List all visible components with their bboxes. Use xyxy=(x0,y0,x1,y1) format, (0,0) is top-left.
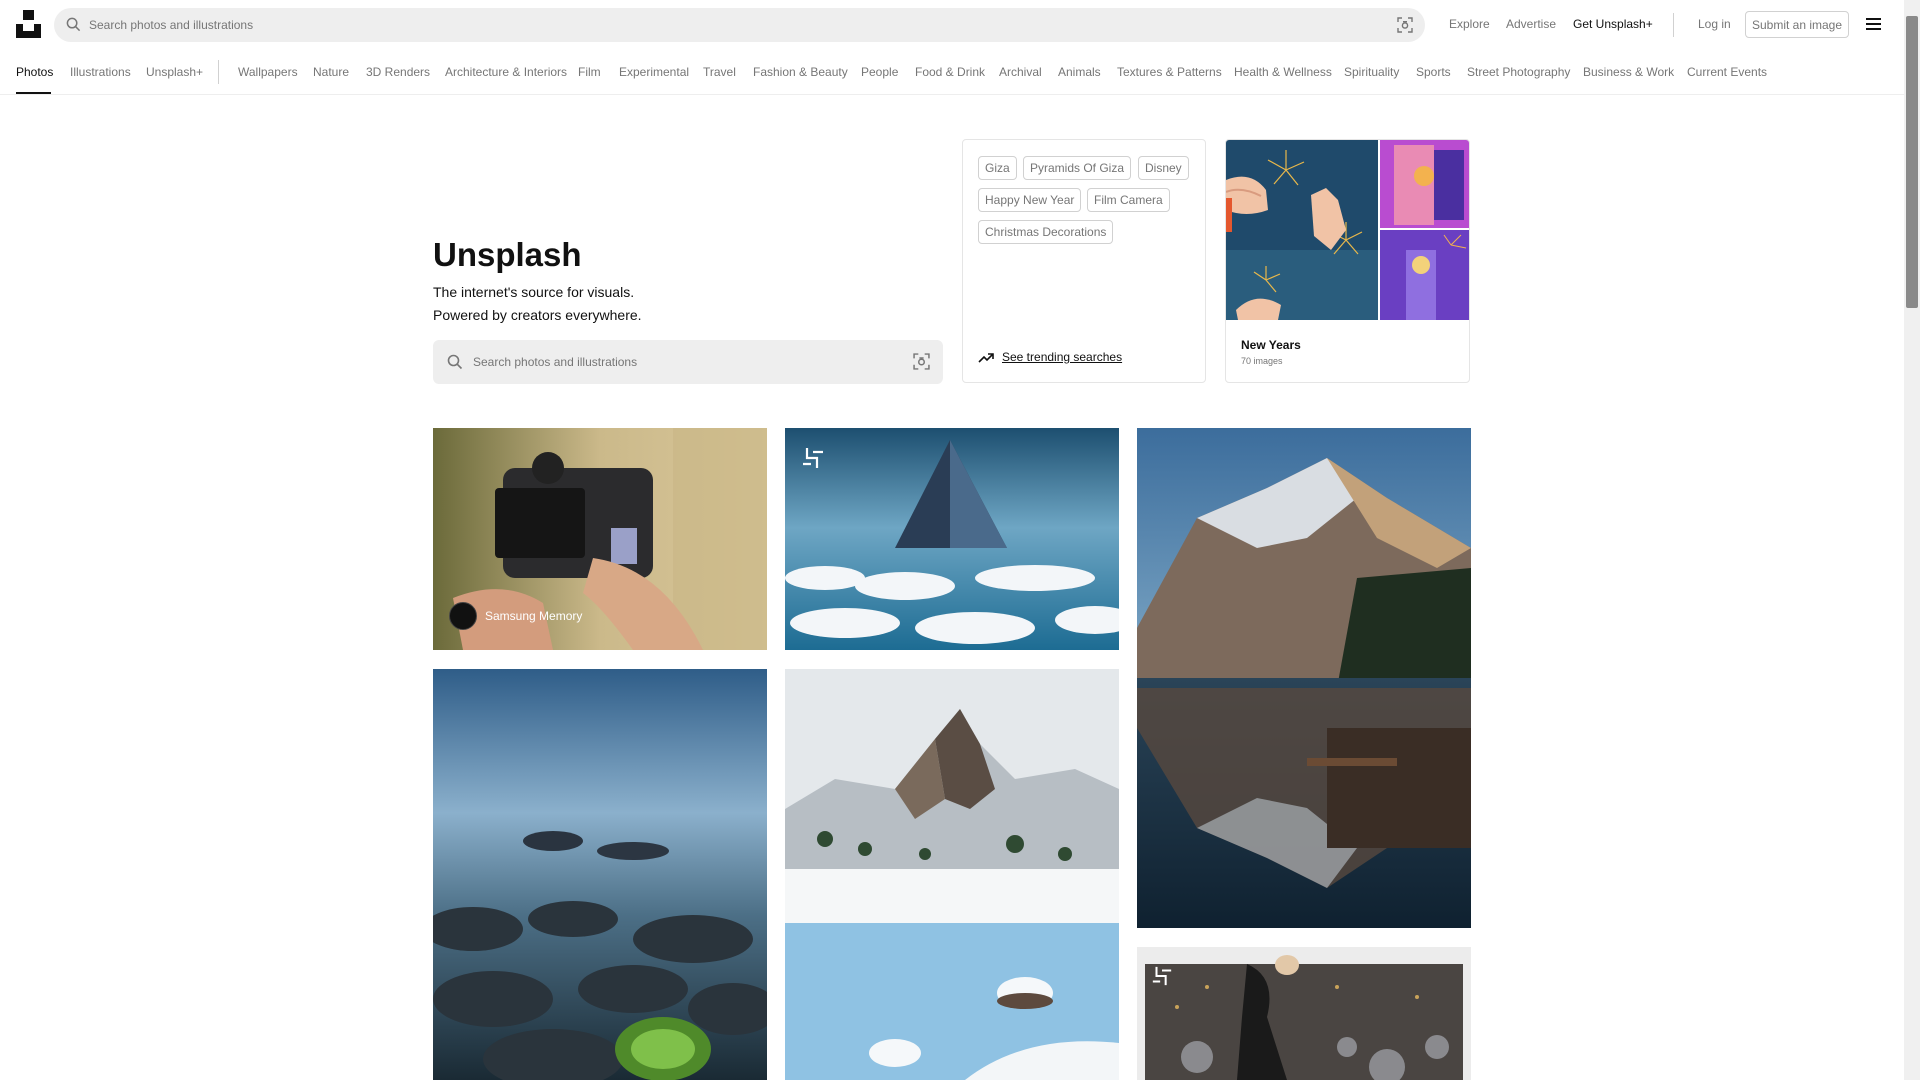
photo-camera[interactable]: Samsung Memory xyxy=(433,428,767,650)
page-title: Unsplash xyxy=(433,236,582,273)
hamburger-menu-icon[interactable] xyxy=(1866,18,1881,30)
collection-title[interactable]: New Years xyxy=(1241,338,1301,352)
photo-snowy-peak[interactable] xyxy=(785,669,1119,923)
tab-illustrations[interactable]: Illustrations xyxy=(70,65,131,79)
scrollbar-thumb[interactable] xyxy=(1906,16,1918,308)
hero-tagline: The internet's source for visuals. xyxy=(433,284,635,300)
hero-search-placeholder[interactable]: Search photos and illustrations xyxy=(473,355,637,369)
tab-spirituality[interactable]: Spirituality xyxy=(1344,65,1399,79)
tab-business-work[interactable]: Business & Work xyxy=(1583,65,1674,79)
photo-pyramid-ice[interactable] xyxy=(785,428,1119,650)
get-unsplash-plus-link[interactable]: Get Unsplash+ xyxy=(1573,17,1653,31)
tab-sports[interactable]: Sports xyxy=(1416,65,1451,79)
photo-pyramid-image xyxy=(785,428,1119,650)
photo-snow-water-image xyxy=(785,923,1119,1080)
photo-credit[interactable]: Samsung Memory xyxy=(449,602,582,630)
unsplash-plus-badge-icon xyxy=(803,448,823,468)
tab-film[interactable]: Film xyxy=(578,65,601,79)
photo-mountain-lake[interactable] xyxy=(1137,428,1471,928)
collection-count: 70 images xyxy=(1241,356,1283,366)
photo-rocky-coast[interactable] xyxy=(433,669,767,1080)
tab-architecture-interiors[interactable]: Architecture & Interiors xyxy=(445,65,567,79)
unsplash-plus-badge-icon xyxy=(1152,966,1172,986)
tab-street-photography[interactable]: Street Photography xyxy=(1467,65,1570,79)
photo-snow-water[interactable] xyxy=(785,923,1119,1080)
trending-tag[interactable]: Christmas Decorations xyxy=(978,220,1114,244)
photo-mountain-image xyxy=(1137,428,1471,928)
avatar[interactable] xyxy=(449,602,477,630)
tab-wallpapers[interactable]: Wallpapers xyxy=(238,65,298,79)
collection-card[interactable]: New Years 70 images xyxy=(1225,139,1470,383)
trending-tag[interactable]: Disney xyxy=(1138,156,1189,180)
tab-fashion-beauty[interactable]: Fashion & Beauty xyxy=(753,65,848,79)
trending-arrow-icon xyxy=(978,352,994,363)
photo-party-image xyxy=(1145,955,1463,1080)
photo-snowy-peak-image xyxy=(785,669,1119,923)
tab-3d-renders[interactable]: 3D Renders xyxy=(366,65,430,79)
trending-tag[interactable]: Happy New Year xyxy=(978,188,1082,212)
visual-search-icon[interactable] xyxy=(913,353,930,370)
tab-nature[interactable]: Nature xyxy=(313,65,349,79)
submit-image-button[interactable]: Submit an image xyxy=(1745,11,1849,38)
tab-travel[interactable]: Travel xyxy=(703,65,736,79)
explore-link[interactable]: Explore xyxy=(1449,17,1490,31)
trending-tag[interactable]: Film Camera xyxy=(1087,188,1170,212)
tab-archival[interactable]: Archival xyxy=(999,65,1042,79)
trending-tag[interactable]: Giza xyxy=(978,156,1017,180)
tab-unsplash-plus[interactable]: Unsplash+ xyxy=(146,65,203,79)
login-link[interactable]: Log in xyxy=(1698,17,1731,31)
header-search-placeholder[interactable]: Search photos and illustrations xyxy=(89,18,253,32)
see-trending-link[interactable]: See trending searches xyxy=(978,350,1122,364)
trending-tag[interactable]: Pyramids Of Giza xyxy=(1023,156,1132,180)
tab-photos[interactable]: Photos xyxy=(16,65,53,79)
tab-experimental[interactable]: Experimental xyxy=(619,65,689,79)
category-divider xyxy=(218,60,219,84)
unsplash-logo-icon[interactable] xyxy=(16,10,41,38)
tab-food-drink[interactable]: Food & Drink xyxy=(915,65,985,79)
header-search-bar[interactable]: Search photos and illustrations xyxy=(54,8,1425,42)
see-trending-label[interactable]: See trending searches xyxy=(1002,350,1122,364)
visual-search-icon[interactable] xyxy=(1397,17,1413,33)
tab-current-events[interactable]: Current Events xyxy=(1687,65,1767,79)
tab-health-wellness[interactable]: Health & Wellness xyxy=(1234,65,1332,79)
tab-animals[interactable]: Animals xyxy=(1058,65,1101,79)
hero-search-bar[interactable]: Search photos and illustrations xyxy=(433,340,943,384)
category-nav: Photos Illustrations Unsplash+ Wallpaper… xyxy=(0,48,1904,95)
hero-subtagline: Powered by creators everywhere. xyxy=(433,307,642,323)
search-icon xyxy=(447,354,463,370)
photo-coast-image xyxy=(433,669,767,1080)
trending-searches-card: Giza Pyramids Of Giza Disney Happy New Y… xyxy=(962,139,1206,383)
active-tab-indicator xyxy=(16,92,51,94)
advertise-link[interactable]: Advertise xyxy=(1506,17,1556,31)
photo-party[interactable] xyxy=(1137,947,1471,1080)
tab-textures-patterns[interactable]: Textures & Patterns xyxy=(1117,65,1222,79)
header-divider xyxy=(1673,13,1674,37)
search-icon xyxy=(66,17,81,32)
collection-cover-image[interactable] xyxy=(1226,140,1470,320)
photo-credit-name[interactable]: Samsung Memory xyxy=(485,609,582,623)
top-header: Search photos and illustrations Explore … xyxy=(0,0,1904,48)
tab-people[interactable]: People xyxy=(861,65,898,79)
